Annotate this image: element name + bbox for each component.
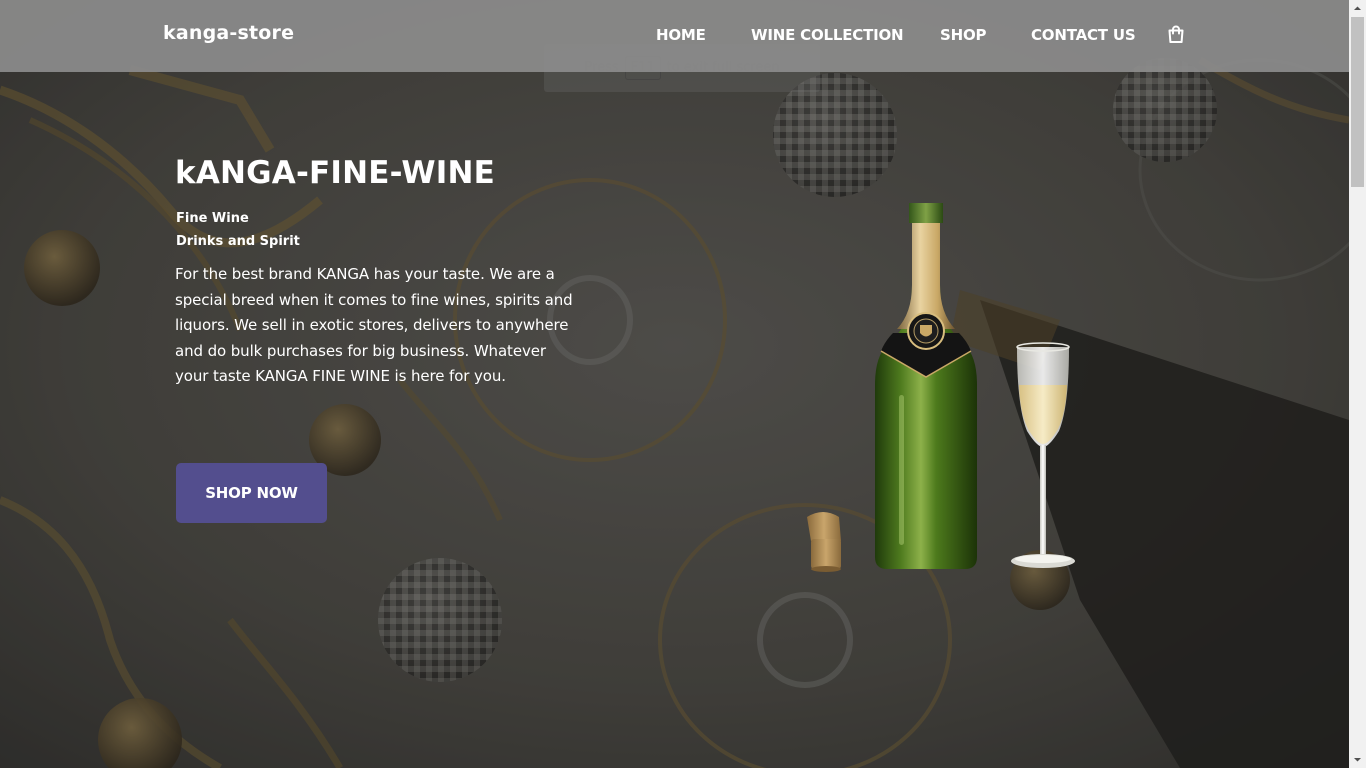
shop-now-button[interactable]: SHOP NOW — [176, 463, 327, 523]
nav-contact-us-link[interactable]: CONTACT US — [1031, 26, 1136, 44]
site-header: kanga-store HOME WINE COLLECTION SHOP CO… — [0, 0, 1349, 72]
hero-description: For the best brand KANGA has your taste.… — [175, 265, 573, 386]
main-nav: HOME WINE COLLECTION SHOP CONTACT US — [0, 26, 1349, 46]
nav-wine-collection-link[interactable]: WINE COLLECTION — [751, 26, 904, 44]
champagne-product-image — [807, 203, 1075, 572]
hero-title: kANGA-FINE-WINE — [175, 155, 496, 191]
page-scrollbar[interactable] — [1349, 0, 1366, 768]
nav-shop-link[interactable]: SHOP — [940, 26, 987, 44]
page: PressF11to exit full screen kanga-store … — [0, 0, 1366, 768]
scroll-down-arrow-icon[interactable] — [1349, 751, 1366, 768]
shopping-bag-icon[interactable] — [1166, 24, 1186, 44]
scrollbar-thumb[interactable] — [1351, 17, 1364, 187]
nav-home-link[interactable]: HOME — [656, 26, 706, 44]
hero-subtitle-drinks-spirit: Drinks and Spirit — [176, 234, 300, 249]
scroll-up-arrow-icon[interactable] — [1349, 0, 1366, 17]
hero-subtitle-fine-wine: Fine Wine — [176, 211, 249, 226]
